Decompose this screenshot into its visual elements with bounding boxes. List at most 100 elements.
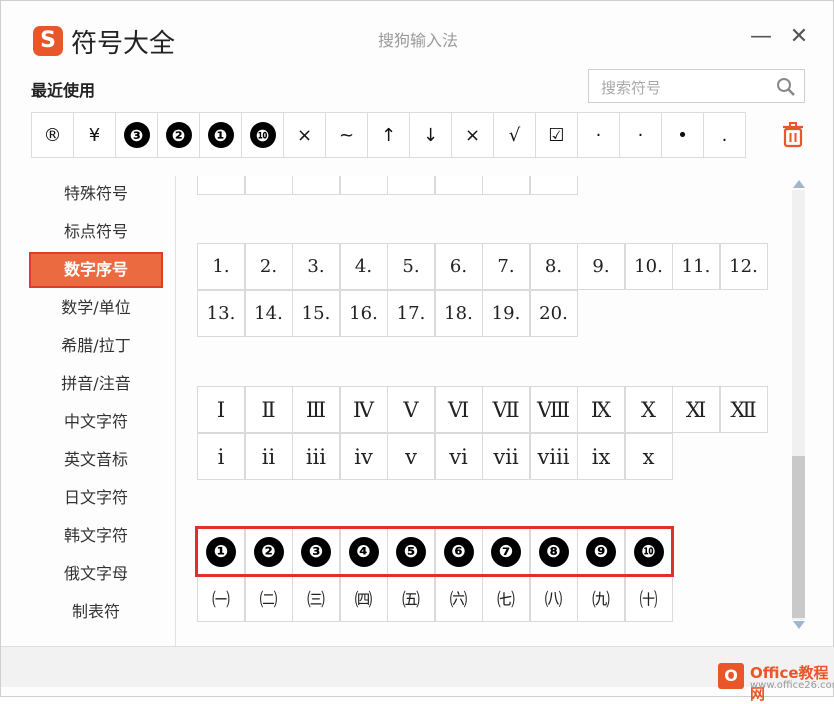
recent-symbol-cell[interactable]: ↓ <box>409 112 452 158</box>
symbol-cell[interactable]: 19. <box>482 290 530 337</box>
symbol-cell[interactable]: Ⅳ <box>339 386 388 433</box>
sidebar-item[interactable]: 俄文字母 <box>29 556 163 592</box>
recent-symbol-cell[interactable]: ↑ <box>367 112 410 158</box>
sidebar-item[interactable]: 拼音/注音 <box>29 366 163 402</box>
sidebar-item[interactable]: 数学/单位 <box>29 290 163 326</box>
symbol-cell[interactable] <box>197 176 245 195</box>
symbol-cell[interactable]: Ⅻ <box>719 386 768 433</box>
recent-symbol-cell[interactable]: ® <box>31 112 74 158</box>
symbol-cell[interactable] <box>434 176 483 195</box>
symbol-cell[interactable] <box>387 176 435 195</box>
sidebar-item[interactable]: 制表符 <box>29 594 163 630</box>
symbol-cell[interactable]: ㈦ <box>482 575 530 622</box>
sidebar-item[interactable]: 希腊/拉丁 <box>29 328 163 364</box>
scroll-down-icon[interactable] <box>791 619 807 631</box>
symbol-cell[interactable]: ㈢ <box>292 575 340 622</box>
symbol-cell[interactable]: 10. <box>624 243 673 290</box>
search-icon[interactable] <box>776 77 796 97</box>
symbol-cell[interactable]: ㈥ <box>434 575 483 622</box>
symbol-cell[interactable]: 3. <box>292 243 340 290</box>
sidebar-item[interactable]: 标点符号 <box>29 214 163 250</box>
symbol-cell[interactable]: 13. <box>197 290 245 337</box>
sidebar-item[interactable]: 日文字符 <box>29 480 163 516</box>
recent-symbol-cell[interactable]: . <box>703 112 746 158</box>
recent-symbol-cell[interactable]: · <box>619 112 662 158</box>
recent-symbol-cell[interactable]: ❷ <box>157 112 200 158</box>
symbol-cell[interactable]: ⅱ <box>244 433 293 480</box>
recent-symbol-cell[interactable]: ¥ <box>73 112 116 158</box>
recent-symbol-cell[interactable]: • <box>661 112 704 158</box>
symbol-cell[interactable]: Ⅸ <box>577 386 625 433</box>
symbol-glyph: ⅵ <box>449 444 468 469</box>
symbol-cell[interactable]: ㈠ <box>197 575 245 622</box>
sidebar-item[interactable]: 中文字符 <box>29 404 163 440</box>
symbol-cell[interactable] <box>244 176 293 195</box>
recent-symbol-cell[interactable]: ~ <box>325 112 368 158</box>
symbol-cell[interactable]: ⅸ <box>577 433 625 480</box>
symbol-cell[interactable]: ⅹ <box>624 433 673 480</box>
symbol-cell[interactable]: 7. <box>482 243 530 290</box>
symbol-cell[interactable]: ㈤ <box>387 575 435 622</box>
symbol-cell[interactable]: Ⅷ <box>529 386 578 433</box>
symbol-cell[interactable]: ㈣ <box>339 575 388 622</box>
scroll-thumb[interactable] <box>792 456 805 618</box>
symbol-cell[interactable]: 17. <box>387 290 435 337</box>
symbol-cell[interactable]: 9. <box>577 243 625 290</box>
symbol-cell[interactable]: Ⅺ <box>672 386 720 433</box>
recent-symbol-cell[interactable]: · <box>577 112 620 158</box>
recent-symbol-cell[interactable]: √ <box>493 112 536 158</box>
sidebar-item[interactable]: 英文音标 <box>29 442 163 478</box>
symbol-cell[interactable]: 1. <box>197 243 245 290</box>
recent-symbol-cell[interactable]: × <box>451 112 494 158</box>
symbol-cell[interactable]: Ⅶ <box>482 386 530 433</box>
symbol-cell[interactable]: Ⅲ <box>292 386 340 433</box>
symbol-cell[interactable]: ㈡ <box>244 575 293 622</box>
symbol-cell[interactable]: Ⅰ <box>197 386 245 433</box>
symbol-cell[interactable]: ㈨ <box>577 575 625 622</box>
recent-symbol-cell[interactable]: × <box>283 112 326 158</box>
symbol-cell[interactable]: 6. <box>434 243 483 290</box>
minimize-button[interactable]: — <box>749 25 773 49</box>
recent-symbol-cell[interactable]: ☑ <box>535 112 578 158</box>
symbol-cell[interactable]: 8. <box>529 243 578 290</box>
symbol-cell[interactable] <box>292 176 340 195</box>
scroll-up-icon[interactable] <box>791 178 807 190</box>
sidebar-item[interactable]: 特殊符号 <box>29 176 163 212</box>
symbol-cell[interactable]: 5. <box>387 243 435 290</box>
recent-symbol: . <box>721 124 728 146</box>
symbol-cell[interactable]: 14. <box>244 290 293 337</box>
search-input[interactable] <box>599 76 773 100</box>
recent-symbol-cell[interactable]: ❿ <box>241 112 284 158</box>
sidebar-item[interactable]: 韩文字符 <box>29 518 163 554</box>
symbol-cell[interactable]: ⅵ <box>434 433 483 480</box>
symbol-cell[interactable]: Ⅹ <box>624 386 673 433</box>
sidebar-item[interactable]: 数字序号 <box>29 252 163 288</box>
scrollbar[interactable] <box>789 176 811 634</box>
symbol-cell[interactable]: ⅶ <box>482 433 530 480</box>
symbol-cell[interactable]: ⅰ <box>197 433 245 480</box>
symbol-cell[interactable]: 20. <box>529 290 578 337</box>
symbol-cell[interactable]: ⅲ <box>292 433 340 480</box>
symbol-cell[interactable]: 18. <box>434 290 483 337</box>
symbol-cell[interactable]: ⅷ <box>529 433 578 480</box>
symbol-cell[interactable] <box>529 176 578 195</box>
symbol-cell[interactable]: Ⅵ <box>434 386 483 433</box>
symbol-cell[interactable]: ㈧ <box>529 575 578 622</box>
symbol-cell[interactable]: Ⅴ <box>387 386 435 433</box>
symbol-cell[interactable]: 2. <box>244 243 293 290</box>
symbol-cell[interactable]: ㈩ <box>624 575 673 622</box>
symbol-cell[interactable]: Ⅱ <box>244 386 293 433</box>
symbol-cell[interactable]: ⅴ <box>387 433 435 480</box>
symbol-cell[interactable]: 12. <box>719 243 768 290</box>
symbol-cell[interactable] <box>339 176 388 195</box>
symbol-cell[interactable]: ⅳ <box>339 433 388 480</box>
trash-icon[interactable] <box>781 122 805 148</box>
symbol-cell[interactable]: 11. <box>672 243 720 290</box>
recent-symbol-cell[interactable]: ❸ <box>115 112 158 158</box>
symbol-cell[interactable] <box>482 176 530 195</box>
symbol-cell[interactable]: 4. <box>339 243 388 290</box>
symbol-cell[interactable]: 15. <box>292 290 340 337</box>
close-button[interactable]: ✕ <box>787 25 811 49</box>
symbol-cell[interactable]: 16. <box>339 290 388 337</box>
recent-symbol-cell[interactable]: ❶ <box>199 112 242 158</box>
